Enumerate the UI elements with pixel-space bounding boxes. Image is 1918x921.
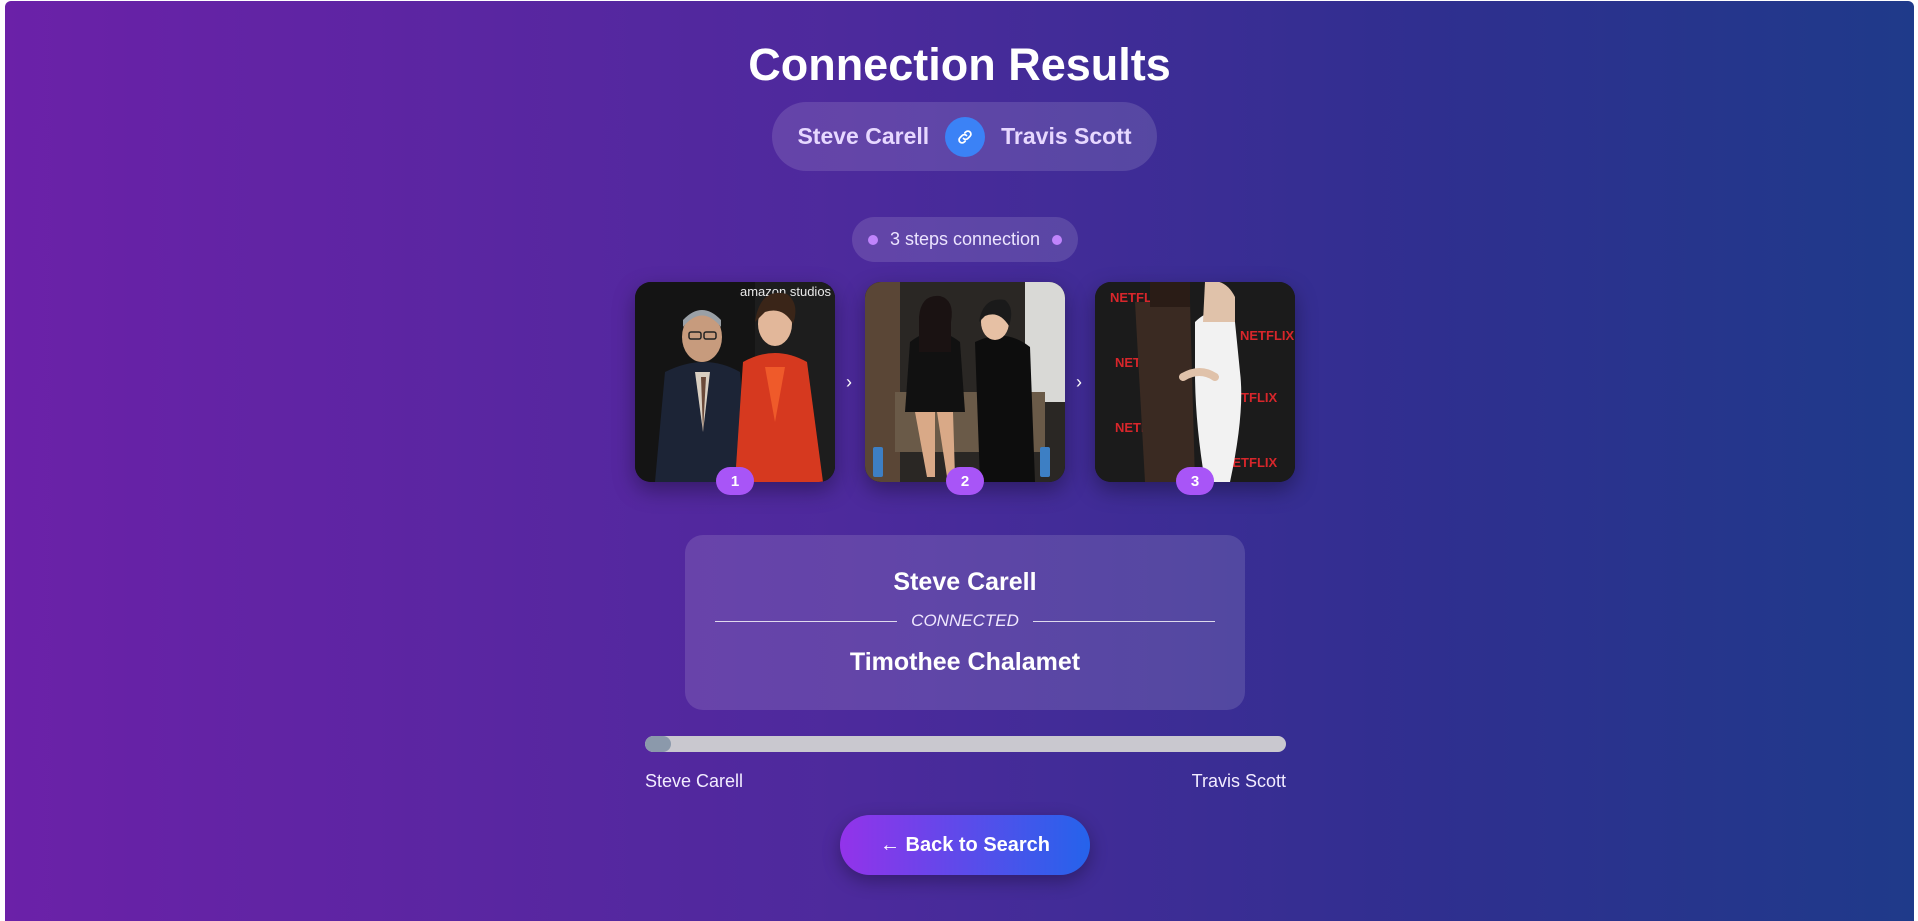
dot-icon — [867, 234, 878, 245]
path-progress-fill — [645, 736, 671, 752]
progress-end-label: Travis Scott — [1191, 771, 1286, 791]
connection-detail-card: Steve Carell CONNECTED Timothee Chalamet — [685, 535, 1245, 710]
connected-divider: CONNECTED — [715, 609, 1216, 633]
divider-line — [1032, 620, 1216, 622]
back-to-search-button[interactable]: ← Back to Search — [840, 815, 1090, 875]
dot-icon — [1052, 234, 1063, 245]
results-page: Connection Results Steve Carell Travis S… — [5, 1, 1914, 921]
connection-photo-3[interactable]: NETFLIX NETFLIX NETFLIX NETFLIX NETFLIX … — [1095, 282, 1295, 482]
connection-pair-pill: Steve Carell Travis Scott — [772, 102, 1157, 171]
svg-text:NETFLIX: NETFLIX — [1240, 328, 1294, 343]
link-icon — [945, 116, 986, 157]
connected-label: CONNECTED — [911, 611, 1019, 630]
connection-person-a: Steve Carell — [893, 568, 1037, 596]
chevron-right-icon: › — [846, 371, 852, 392]
step-number-badge: 1 — [716, 467, 754, 495]
step-number-badge: 3 — [1176, 467, 1214, 495]
path-progress-bar[interactable] — [645, 736, 1286, 752]
connection-photo-2[interactable] — [865, 282, 1065, 482]
progress-start-label: Steve Carell — [645, 771, 744, 791]
steps-count-label: 3 steps connection — [889, 229, 1041, 249]
step-number-badge: 2 — [946, 467, 984, 495]
connection-person-b: Timothee Chalamet — [849, 648, 1081, 676]
divider-line — [715, 620, 898, 622]
pair-from-name: Steve Carell — [797, 123, 930, 149]
pair-to-name: Travis Scott — [1001, 123, 1132, 149]
page-title: Connection Results — [748, 39, 1171, 90]
connection-photo-1[interactable]: amazon studios — [635, 282, 835, 482]
steps-count-badge: 3 steps connection — [852, 217, 1078, 262]
chevron-right-icon: › — [1076, 371, 1082, 392]
connection-photo-chain: amazon studios 1 › 2 › NETFLIX NETFLIX N… — [635, 282, 1296, 502]
